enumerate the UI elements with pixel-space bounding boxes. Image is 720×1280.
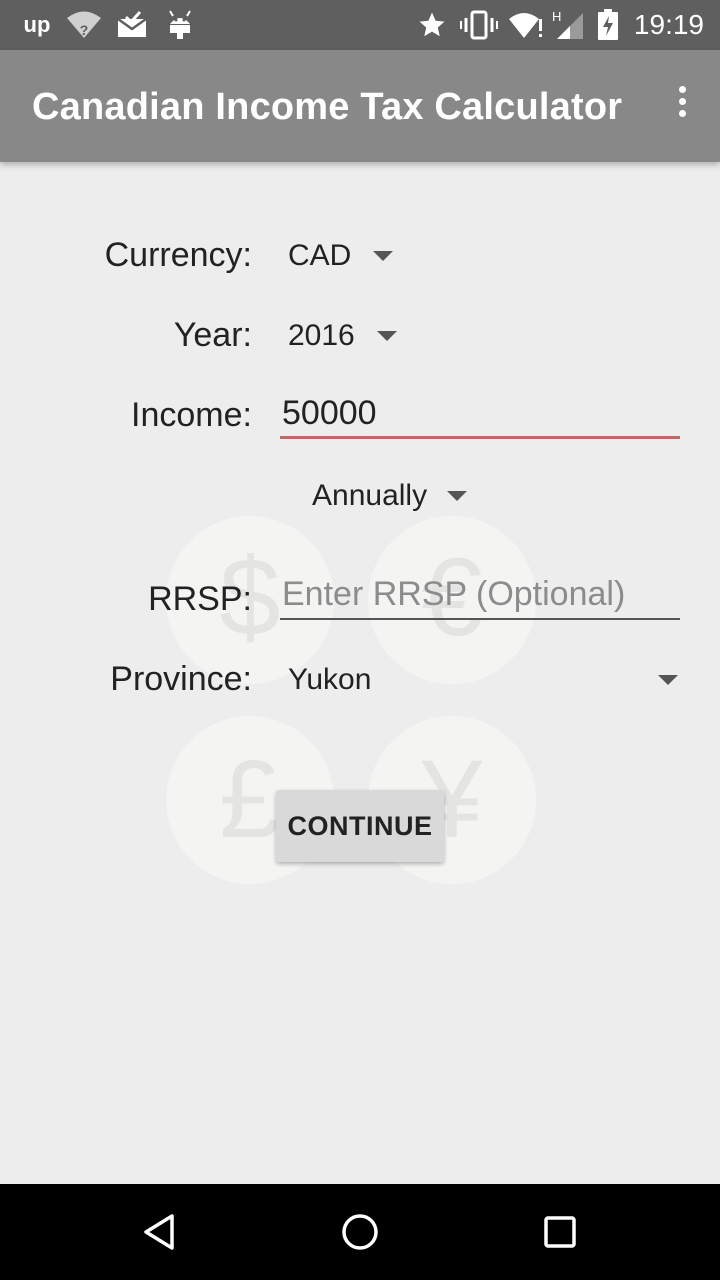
upwork-glyph: up <box>23 12 51 37</box>
period-spinner[interactable]: Annually <box>312 476 468 516</box>
continue-button[interactable]: CONTINUE <box>276 790 444 862</box>
year-spinner[interactable]: 2016 <box>288 316 397 356</box>
home-icon[interactable] <box>336 1208 384 1256</box>
navigation-bar <box>0 1184 720 1280</box>
android-icon <box>166 8 194 42</box>
star-icon <box>416 8 448 42</box>
year-label: Year: <box>173 316 252 354</box>
province-value: Yukon <box>288 663 372 696</box>
currency-spinner[interactable]: CAD <box>288 236 394 276</box>
dropdown-arrow-icon <box>376 331 397 341</box>
rrsp-field[interactable] <box>280 570 680 620</box>
rrsp-input[interactable] <box>280 570 680 618</box>
income-field[interactable] <box>280 389 680 439</box>
rrsp-label: RRSP: <box>148 580 252 618</box>
status-time: 19:19 <box>633 9 704 40</box>
signal-icon: H <box>550 8 584 42</box>
back-icon[interactable] <box>136 1208 184 1256</box>
income-label: Income: <box>131 396 252 434</box>
recents-icon[interactable] <box>536 1208 584 1256</box>
status-bar: up ? H 19:19 <box>0 0 720 50</box>
dropdown-arrow-icon <box>373 251 394 261</box>
upwork-icon: up <box>20 8 54 42</box>
wifi-icon <box>508 8 544 42</box>
income-underline <box>280 436 680 439</box>
currency-label: Currency: <box>104 236 252 274</box>
email-check-icon <box>116 8 148 42</box>
currency-value: CAD <box>288 239 352 272</box>
rrsp-underline <box>280 618 680 620</box>
province-label: Province: <box>110 660 252 698</box>
province-spinner[interactable]: Yukon <box>288 660 680 700</box>
vibrate-icon <box>460 8 498 42</box>
battery-charging-icon <box>596 8 620 42</box>
year-value: 2016 <box>288 319 355 352</box>
app-bar: Canadian Income Tax Calculator <box>0 50 720 162</box>
app-title: Canadian Income Tax Calculator <box>32 86 623 128</box>
pound-symbol: £ <box>219 738 280 861</box>
network-type-text: H <box>552 9 561 24</box>
period-value: Annually <box>312 479 428 512</box>
svg-text:?: ? <box>80 22 89 38</box>
more-vert-icon[interactable] <box>670 86 694 126</box>
dropdown-arrow-icon <box>658 675 678 685</box>
wifi-unknown-icon: ? <box>66 8 102 42</box>
dropdown-arrow-icon <box>447 491 468 501</box>
income-input[interactable] <box>280 389 680 437</box>
